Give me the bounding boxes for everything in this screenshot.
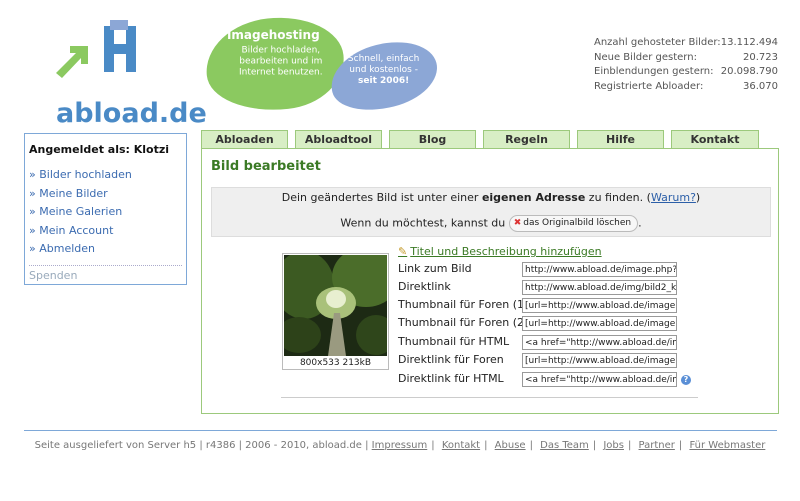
footer-text: Seite ausgeliefert von Server h5 | r4386… bbox=[34, 440, 369, 451]
badge-title: Imagehosting bbox=[226, 28, 320, 43]
notice-box: Dein geändertes Bild ist unter einer eig… bbox=[211, 187, 771, 237]
tab-regeln[interactable]: Regeln bbox=[483, 130, 570, 149]
footer: Seite ausgeliefert von Server h5 | r4386… bbox=[34, 440, 766, 451]
footer-link-team[interactable]: Das Team bbox=[540, 440, 589, 451]
footer-link-kontakt[interactable]: Kontakt bbox=[442, 440, 480, 451]
page: abload.de Imagehosting Bilder hochladen,… bbox=[0, 0, 800, 501]
stat-row: Einblendungen gestern: 20.098.790 bbox=[594, 66, 778, 77]
tab-kontakt[interactable]: Kontakt bbox=[671, 130, 759, 149]
field-label: Direktlink bbox=[398, 280, 451, 293]
footer-link-jobs[interactable]: Jobs bbox=[603, 440, 624, 451]
thumbnail-caption: 800x533 213kB bbox=[299, 358, 372, 368]
sidebar-item-logout[interactable]: » Abmelden bbox=[29, 242, 186, 261]
sidebar-item-donate[interactable]: Spenden bbox=[29, 269, 77, 282]
field-label: Thumbnail für Foren (2) bbox=[398, 316, 529, 329]
edit-title-link[interactable]: ✎ Titel und Beschreibung hinzufügen bbox=[398, 245, 602, 258]
page-title: Bild bearbeitet bbox=[211, 159, 321, 174]
field-label: Thumbnail für HTML bbox=[398, 335, 510, 348]
delete-line: Wenn du möchtest, kannst du ✖ das Origina… bbox=[212, 215, 770, 232]
abload-logo[interactable]: abload.de bbox=[26, 18, 207, 129]
directlink-field[interactable]: http://www.abload.de/img/bild2_k bbox=[522, 280, 677, 295]
pencil-icon: ✎ bbox=[398, 245, 408, 258]
link-field[interactable]: http://www.abload.de/image.php?i bbox=[522, 262, 677, 277]
free-badge-text: Schnell, einfach und kostenlos - seit 20… bbox=[347, 53, 420, 86]
stat-row: Anzahl gehosteter Bilder: 13.112.494 bbox=[594, 37, 778, 48]
tab-abloadtool[interactable]: Abloadtool bbox=[295, 130, 382, 149]
tab-abloaden[interactable]: Abloaden bbox=[201, 130, 288, 149]
sidebar-item-upload[interactable]: » Bilder hochladen bbox=[29, 168, 186, 187]
field-label: Direktlink für Foren bbox=[398, 353, 504, 366]
delete-original-button[interactable]: ✖ das Originalbild löschen bbox=[508, 215, 639, 232]
tab-blog[interactable]: Blog bbox=[389, 130, 476, 149]
logo-text: abload.de bbox=[56, 98, 207, 129]
stats-box: Anzahl gehosteter Bilder: 13.112.494 Neue… bbox=[594, 37, 778, 95]
thumbnail-image bbox=[284, 255, 387, 356]
tab-hilfe[interactable]: Hilfe bbox=[577, 130, 664, 149]
thumb-forum-1-field[interactable]: [url=http://www.abload.de/image. bbox=[522, 298, 677, 313]
divider bbox=[281, 397, 698, 398]
content-panel: Bild bearbeitet Dein geändertes Bild ist… bbox=[201, 148, 779, 414]
delete-icon: ✖ bbox=[513, 218, 522, 228]
thumb-forum-2-field[interactable]: [url=http://www.abload.de/image. bbox=[522, 316, 677, 331]
footer-link-partner[interactable]: Partner bbox=[639, 440, 675, 451]
footer-link-webmaster[interactable]: Für Webmaster bbox=[689, 440, 765, 451]
sidebar-menu: » Bilder hochladen » Meine Bilder » Mein… bbox=[29, 168, 186, 261]
field-label: Thumbnail für Foren (1) bbox=[398, 298, 529, 311]
field-label: Link zum Bild bbox=[398, 262, 472, 275]
free-badge: Schnell, einfach und kostenlos - seit 20… bbox=[323, 31, 445, 121]
image-thumbnail[interactable]: 800x533 213kB bbox=[282, 253, 389, 370]
help-icon[interactable]: ? bbox=[681, 375, 691, 385]
why-link[interactable]: Warum? bbox=[651, 191, 696, 204]
sidebar-item-my-images[interactable]: » Meine Bilder bbox=[29, 187, 186, 206]
stat-row: Neue Bilder gestern: 20.723 bbox=[594, 51, 778, 63]
footer-link-impressum[interactable]: Impressum bbox=[372, 440, 428, 451]
field-label: Direktlink für HTML bbox=[398, 372, 504, 385]
thumb-html-field[interactable]: <a href="http://www.abload.de/im bbox=[522, 335, 677, 350]
badge-text: Bilder hochladen, bearbeiten und im Inte… bbox=[238, 45, 323, 78]
notice-line: Dein geändertes Bild ist unter einer eig… bbox=[281, 191, 701, 204]
stat-row: Registrierte Abloader: 36.070 bbox=[594, 80, 778, 92]
directlink-forum-field[interactable]: [url=http://www.abload.de/image. bbox=[522, 353, 677, 368]
sidebar-item-my-account[interactable]: » Mein Account bbox=[29, 224, 186, 243]
footer-link-abuse[interactable]: Abuse bbox=[495, 440, 526, 451]
imagehosting-badge: Imagehosting Bilder hochladen, bearbeite… bbox=[201, 11, 349, 117]
sidebar: Angemeldet als: Klotzi » Bilder hochlade… bbox=[24, 133, 187, 285]
directlink-html-field[interactable]: <a href="http://www.abload.de/im bbox=[522, 372, 677, 387]
sidebar-divider bbox=[29, 265, 182, 266]
logo-icon bbox=[56, 20, 136, 78]
sidebar-item-my-galleries[interactable]: » Meine Galerien bbox=[29, 205, 186, 224]
login-status: Angemeldet als: Klotzi bbox=[29, 143, 170, 156]
footer-divider bbox=[24, 430, 777, 431]
